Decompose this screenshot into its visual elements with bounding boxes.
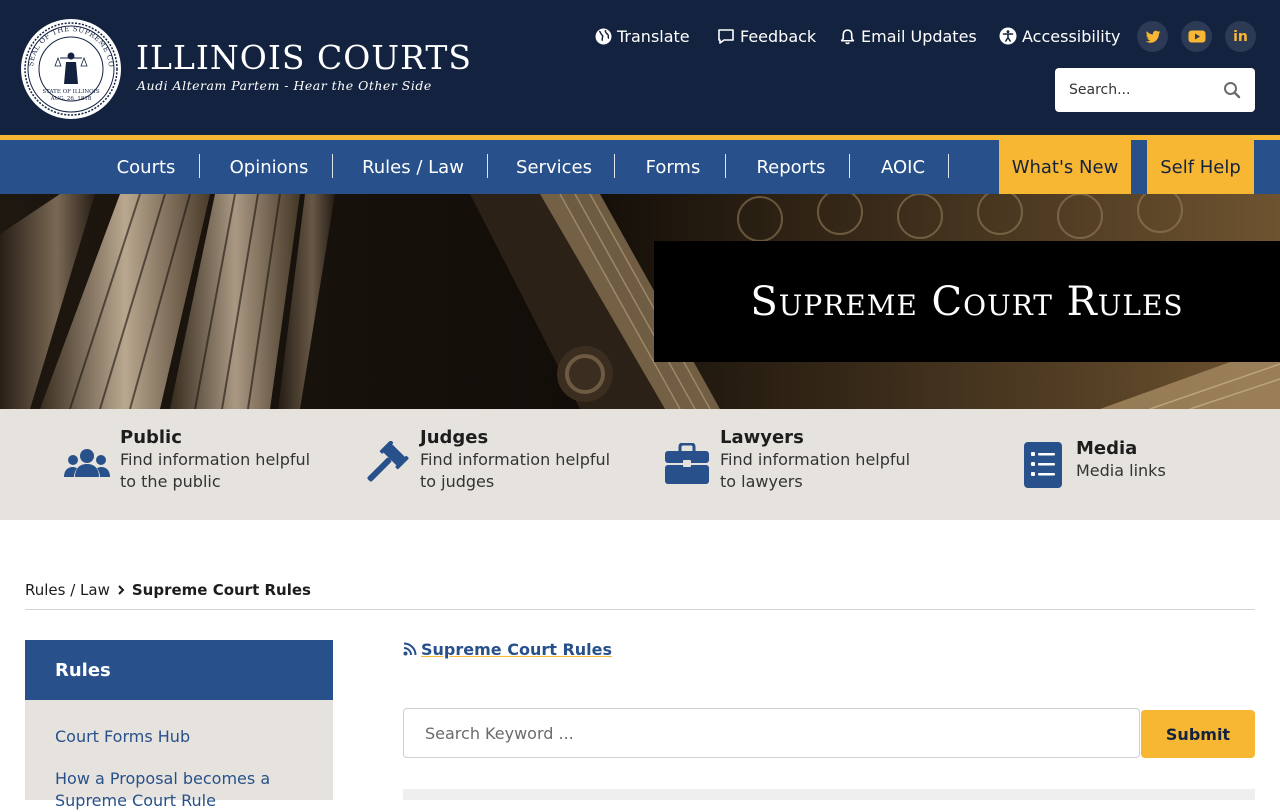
keyword-search-input[interactable]: [403, 708, 1140, 758]
universal-access-icon: [999, 27, 1017, 45]
nav-divider: [725, 154, 726, 178]
audience-public-link[interactable]: Public Find information helpful to the p…: [64, 427, 310, 493]
supreme-court-seal-logo[interactable]: SEAL OF THE SUPREME COURT STATE OF ILLIN…: [20, 18, 122, 120]
nav-divider: [849, 154, 850, 178]
whats-new-button[interactable]: What's New: [999, 140, 1131, 194]
audience-links: Public Find information helpful to the p…: [0, 409, 1280, 520]
nav-divider: [332, 154, 333, 178]
nav-divider: [487, 154, 488, 178]
nav-item-reports[interactable]: Reports: [738, 140, 844, 194]
sidebar-item-proposal-process-cont[interactable]: Supreme Court Rule: [55, 790, 216, 812]
globe-icon: [595, 28, 612, 44]
self-help-button[interactable]: Self Help: [1147, 140, 1254, 194]
site-title[interactable]: ILLINOIS COURTS: [136, 38, 472, 77]
main-navigation: Courts Opinions Rules / Law Services For…: [0, 140, 1280, 194]
search-icon[interactable]: [1223, 81, 1241, 99]
nav-item-services[interactable]: Services: [500, 140, 608, 194]
email-updates-label: Email Updates: [861, 26, 977, 46]
audience-public-desc-2: to the public: [120, 472, 221, 491]
page-title: Supreme Court Rules: [750, 278, 1184, 325]
briefcase-icon: [665, 443, 709, 484]
nav-item-forms[interactable]: Forms: [627, 140, 719, 194]
translate-link[interactable]: Translate: [595, 25, 690, 47]
audience-media-desc: Media links: [1076, 461, 1166, 480]
rss-icon: [403, 642, 417, 656]
nav-item-opinions[interactable]: Opinions: [212, 140, 326, 194]
site-header: SEAL OF THE SUPREME COURT STATE OF ILLIN…: [0, 0, 1280, 135]
seal-date-text: AUG. 26, 1818: [50, 96, 92, 102]
feedback-link[interactable]: Feedback: [717, 25, 816, 47]
breadcrumb-divider: [25, 609, 1255, 610]
nav-item-rules-law[interactable]: Rules / Law: [345, 140, 481, 194]
audience-lawyers-title: Lawyers: [720, 427, 804, 448]
feedback-label: Feedback: [740, 26, 817, 46]
list-icon: [1024, 442, 1062, 488]
sidebar-heading: Rules: [25, 640, 333, 700]
rss-feed-label: Supreme Court Rules: [421, 639, 613, 659]
translate-label: Translate: [617, 26, 690, 46]
audience-lawyers-link[interactable]: Lawyers Find information helpful to lawy…: [664, 427, 910, 493]
users-icon: [64, 449, 110, 477]
nav-item-courts[interactable]: Courts: [103, 140, 189, 194]
chevron-right-icon: [118, 585, 125, 595]
audience-media-link[interactable]: Media Media links: [1024, 438, 1166, 488]
audience-judges-desc-2: to judges: [420, 472, 495, 491]
audience-judges-link[interactable]: Judges Find information helpful to judge…: [364, 427, 610, 493]
hero-banner: Supreme Court Rules: [0, 194, 1280, 409]
nav-divider: [948, 154, 949, 178]
sidebar-item-court-forms-hub[interactable]: Court Forms Hub: [55, 726, 190, 748]
accessibility-label: Accessibility: [1022, 26, 1121, 46]
site-search: [1055, 68, 1255, 112]
audience-public-desc: Find information helpful: [120, 450, 311, 469]
submit-button[interactable]: Submit: [1141, 710, 1255, 758]
bell-icon: [840, 28, 855, 44]
audience-lawyers-desc-2: to lawyers: [720, 472, 803, 491]
site-search-input[interactable]: [1055, 82, 1215, 98]
linkedin-icon: in: [1233, 28, 1248, 45]
seal-state-text: STATE OF ILLINOIS: [42, 89, 99, 95]
youtube-icon: [1188, 30, 1205, 43]
rss-feed-link[interactable]: Supreme Court Rules: [403, 638, 612, 660]
twitter-icon: [1145, 30, 1160, 43]
hero-title-box: Supreme Court Rules: [654, 241, 1280, 362]
audience-judges-desc: Find information helpful: [420, 450, 611, 469]
nav-divider: [199, 154, 200, 178]
email-updates-link[interactable]: Email Updates: [839, 25, 977, 47]
nav-divider: [614, 154, 615, 178]
linkedin-link[interactable]: in: [1225, 21, 1256, 52]
results-panel: [403, 789, 1255, 800]
audience-lawyers-desc: Find information helpful: [720, 450, 911, 469]
sidebar-item-proposal-process[interactable]: How a Proposal becomes a: [55, 768, 270, 790]
twitter-link[interactable]: [1137, 21, 1168, 52]
sidebar-menu: Court Forms Hub How a Proposal becomes a…: [25, 700, 333, 810]
gavel-icon: [367, 441, 409, 482]
accessibility-link[interactable]: Accessibility: [999, 25, 1120, 47]
breadcrumb-current: Supreme Court Rules: [131, 581, 311, 599]
nav-item-aoic[interactable]: AOIC: [862, 140, 944, 194]
youtube-link[interactable]: [1181, 21, 1212, 52]
breadcrumb-rules-law-link[interactable]: Rules / Law: [25, 581, 110, 599]
audience-media-title: Media: [1076, 438, 1138, 459]
site-tagline: Audi Alteram Partem - Hear the Other Sid…: [137, 78, 432, 93]
audience-public-title: Public: [120, 427, 182, 448]
comment-icon: [718, 28, 734, 44]
audience-judges-title: Judges: [420, 427, 489, 448]
breadcrumb: Rules / Law Supreme Court Rules: [25, 579, 311, 601]
